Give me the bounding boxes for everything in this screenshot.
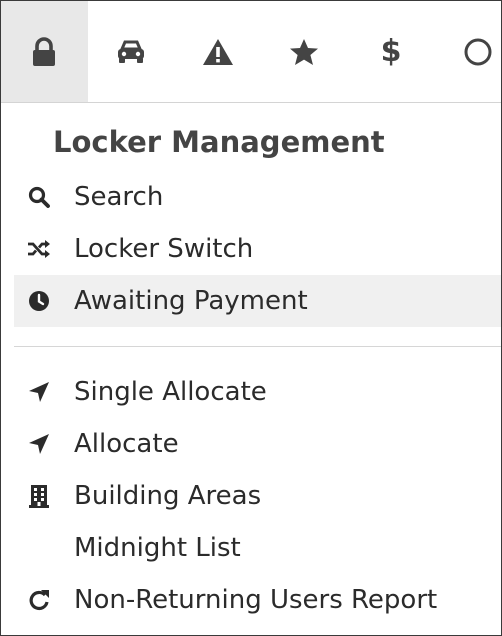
menu-item-awaiting-payment[interactable]: Awaiting Payment: [14, 275, 501, 327]
tab-favorites[interactable]: [261, 1, 348, 102]
building-icon: [29, 485, 49, 508]
tab-incidents[interactable]: [174, 1, 261, 102]
menu-panel: $ Locker Management Search Locker Switch…: [0, 0, 502, 636]
lock-icon: [33, 36, 56, 66]
menu-item-building-areas[interactable]: Building Areas: [14, 470, 501, 522]
shuffle-icon: [28, 240, 50, 258]
clock-icon: [29, 291, 49, 311]
menu-item-label: Allocate: [74, 429, 179, 459]
menu-item-label: Building Areas: [74, 481, 262, 511]
location-arrow-icon: [29, 434, 49, 454]
menu-item-label: Locker Switch: [74, 234, 254, 264]
menu-item-search[interactable]: Search: [14, 171, 501, 223]
menu-item-label: Awaiting Payment: [74, 286, 308, 316]
tab-payments[interactable]: $: [348, 1, 435, 102]
tab-bar: $: [1, 1, 501, 103]
car-icon: [118, 40, 144, 63]
menu-divider: [14, 346, 501, 347]
location-arrow-icon: [29, 382, 49, 402]
menu-item-label: Non-Returning Users Report: [74, 585, 438, 615]
clock-icon: [464, 38, 492, 65]
menu-item-locker-switch[interactable]: Locker Switch: [14, 223, 501, 275]
section-title: Locker Management: [53, 125, 385, 159]
menu-item-non-returning-users-report[interactable]: Non-Returning Users Report: [14, 574, 501, 626]
menu-item-label: Search: [74, 182, 164, 212]
warning-icon: [202, 38, 233, 65]
tab-parking[interactable]: [88, 1, 175, 102]
tab-lockers[interactable]: [1, 1, 88, 102]
menu-item-single-allocate[interactable]: Single Allocate: [14, 366, 501, 418]
star-icon: [290, 38, 319, 65]
redo-icon: [29, 590, 49, 611]
dollar-icon: $: [380, 34, 402, 69]
menu-item-midnight-list[interactable]: Midnight List: [14, 522, 501, 574]
menu-item-label: Single Allocate: [74, 377, 267, 407]
search-icon: [28, 186, 50, 208]
menu-item-allocate[interactable]: Allocate: [14, 418, 501, 470]
tab-history[interactable]: [434, 1, 501, 102]
menu-item-label: Midnight List: [74, 533, 241, 563]
